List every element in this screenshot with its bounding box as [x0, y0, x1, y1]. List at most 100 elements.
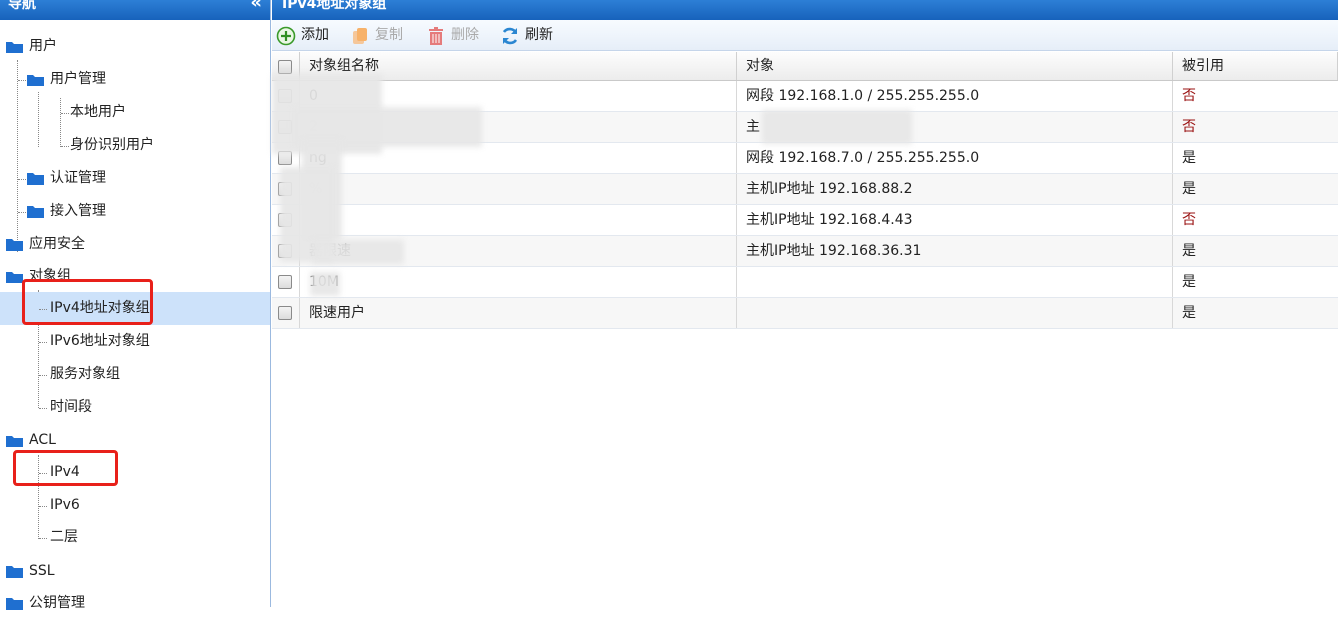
nav-item-acl-ipv6[interactable]: IPv6: [0, 489, 270, 522]
column-header-object[interactable]: 对象: [738, 52, 1173, 80]
tree-line: [61, 113, 69, 114]
tree-line: [18, 212, 26, 213]
referenced-status: 是: [1182, 305, 1196, 321]
table-row[interactable]: 10M 是: [272, 267, 1338, 298]
redaction-blur: [312, 240, 404, 264]
nav-item-label: 本地用户: [70, 104, 126, 120]
collapse-icon[interactable]: «: [250, 0, 262, 12]
copy-button[interactable]: 复制: [350, 20, 410, 51]
table-row[interactable]: 限速用户 是: [272, 298, 1338, 329]
object-value: [738, 298, 1173, 328]
nav-item-acl-layer2[interactable]: 二层: [0, 521, 270, 554]
tree-line: [18, 179, 26, 180]
referenced-status: 否: [1182, 119, 1196, 135]
nav-header: 导航 «: [0, 0, 270, 20]
select-all-checkbox[interactable]: [278, 60, 292, 74]
nav-item-service-group[interactable]: 服务对象组: [0, 358, 270, 391]
navigation-panel: 导航 « 用户 用户管理 本地用户 身份识别用户 认证管理 接入管理 应用安全: [0, 0, 271, 611]
folder-open-icon: [6, 436, 23, 447]
referenced-status: 否: [1182, 212, 1196, 228]
main-panel: IPv4地址对象组 添加 复制 删除 刷新 对象组名称 对象 被引用 网段 19…: [272, 0, 1338, 607]
nav-item-local-user[interactable]: 本地用户: [0, 96, 270, 129]
nav-item-label: 时间段: [50, 399, 92, 415]
object-value: [738, 267, 1173, 297]
table-row[interactable]: %主机IP地址 192.168.88.2 是: [272, 174, 1338, 205]
nav-item-label: 身份识别用户: [70, 137, 154, 153]
copy-label: 复制: [375, 27, 403, 43]
nav-item-user-management[interactable]: 用户管理: [0, 63, 270, 96]
copy-icon: [353, 28, 367, 44]
refresh-icon: [502, 27, 518, 45]
refresh-button[interactable]: 刷新: [500, 20, 560, 51]
row-checkbox[interactable]: [278, 275, 292, 289]
folder-icon: [27, 173, 44, 185]
nav-item-ipv6-address-group[interactable]: IPv6地址对象组: [0, 325, 270, 358]
folder-icon: [6, 566, 23, 578]
object-group-name: 10M: [301, 267, 737, 297]
refresh-label: 刷新: [525, 27, 553, 43]
object-value: 主机IP地址 192.168.36.31: [738, 236, 1173, 266]
nav-item-auth-management[interactable]: 认证管理: [0, 162, 270, 195]
panel-title: IPv4地址对象组: [282, 0, 387, 12]
nav-item-ssl[interactable]: SSL: [0, 555, 270, 588]
object-group-name: %: [301, 174, 737, 204]
panel-header: IPv4地址对象组: [272, 0, 1338, 20]
nav-item-label: IPv6: [50, 497, 80, 513]
nav-item-app-security[interactable]: 应用安全: [0, 228, 270, 261]
nav-item-label: 用户管理: [50, 71, 106, 87]
table-row[interactable]: ng网段 192.168.7.0 / 255.255.255.0是: [272, 143, 1338, 174]
trash-icon: [429, 27, 443, 45]
nav-item-identity-user[interactable]: 身份识别用户: [0, 129, 270, 162]
folder-open-icon: [27, 75, 44, 86]
nav-item-label: 用户: [29, 38, 57, 54]
table-header: 对象组名称 对象 被引用: [272, 52, 1338, 81]
redaction-blur: [310, 272, 340, 296]
highlight-box: [22, 279, 153, 325]
highlight-box: [13, 450, 118, 486]
redaction-blur: [762, 110, 912, 144]
referenced-status: 是: [1182, 150, 1196, 166]
nav-item-label: IPv6地址对象组: [50, 333, 150, 349]
folder-icon: [6, 239, 23, 251]
referenced-status: 是: [1182, 274, 1196, 290]
tree-line: [39, 538, 47, 539]
referenced-status: 是: [1182, 181, 1196, 197]
object-value: 主机IP地址 192.168.4.43: [738, 205, 1173, 235]
object-group-table: 对象组名称 对象 被引用 0网段 192.168.1.0 / 255.255.2…: [272, 52, 1338, 329]
nav-item-label: SSL: [29, 563, 55, 579]
referenced-status: 否: [1182, 88, 1196, 104]
toolbar: 添加 复制 删除 刷新: [272, 20, 1338, 51]
folder-icon: [27, 206, 44, 218]
tree-line: [39, 408, 47, 409]
add-icon: [276, 26, 296, 46]
tree-line: [39, 506, 47, 507]
nav-item-user[interactable]: 用户: [0, 30, 270, 63]
add-label: 添加: [301, 27, 329, 43]
add-button[interactable]: 添加: [276, 20, 336, 51]
table-row[interactable]: 主机IP地址 192.168.4.43 否: [272, 205, 1338, 236]
column-header-referenced[interactable]: 被引用: [1174, 52, 1338, 80]
nav-item-access-management[interactable]: 接入管理: [0, 195, 270, 228]
nav-item-public-key[interactable]: 公钥管理: [0, 587, 270, 620]
object-value: 网段 192.168.1.0 / 255.255.255.0: [738, 81, 1173, 111]
nav-item-time-range[interactable]: 时间段: [0, 391, 270, 424]
referenced-status: 是: [1182, 243, 1196, 259]
row-checkbox-cell: [272, 267, 300, 297]
nav-item-label: 公钥管理: [29, 595, 85, 611]
tree-line: [18, 80, 26, 81]
nav-item-label: 二层: [50, 529, 78, 545]
object-group-name: [301, 205, 737, 235]
nav-item-label: 接入管理: [50, 203, 106, 219]
nav-title: 导航: [8, 0, 36, 12]
nav-item-label: 应用安全: [29, 236, 85, 252]
row-checkbox[interactable]: [278, 306, 292, 320]
object-value: 主机IP地址 192.168.88.2: [738, 174, 1173, 204]
object-group-name: 限速用户: [301, 298, 737, 328]
folder-icon: [6, 598, 23, 610]
tree-line: [39, 342, 47, 343]
table-row[interactable]: 器限速主机IP地址 192.168.36.31是: [272, 236, 1338, 267]
folder-open-icon: [6, 42, 23, 53]
delete-button[interactable]: 删除: [426, 20, 486, 51]
tree-line: [61, 146, 69, 147]
tree-line: [39, 375, 47, 376]
